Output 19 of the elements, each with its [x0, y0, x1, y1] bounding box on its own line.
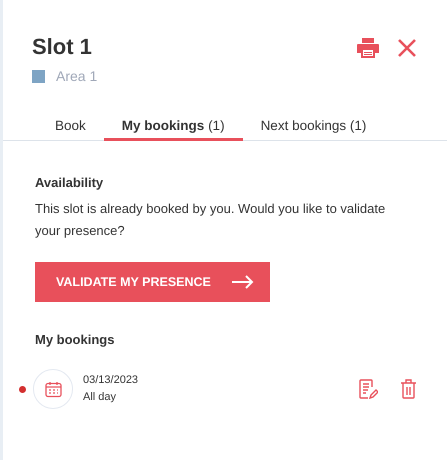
close-icon [397, 38, 417, 58]
calendar-icon [33, 369, 73, 409]
validate-presence-button[interactable]: VALIDATE MY PRESENCE [35, 262, 270, 302]
booking-date: 03/13/2023 [83, 373, 140, 388]
tab[interactable]: Next bookings (1) [242, 118, 384, 141]
slot-title: Slot 1 [32, 34, 93, 60]
delete-button[interactable] [400, 378, 417, 400]
bookings-heading: My bookings [35, 332, 116, 347]
availability-message: This slot is already booked by you. Would you like to validate your presence? [35, 200, 386, 240]
tab[interactable]: My bookings (1) [104, 118, 243, 141]
trash-icon [400, 378, 417, 398]
booking-time: All day [83, 390, 118, 405]
area-label: Area 1 [56, 68, 98, 84]
tab[interactable]: Book [37, 118, 104, 141]
printer-icon [357, 38, 379, 58]
edit-document-icon [359, 378, 378, 400]
availability-heading: Availability [35, 175, 104, 190]
edit-button[interactable] [359, 378, 378, 400]
arrow-right-icon [232, 275, 254, 289]
